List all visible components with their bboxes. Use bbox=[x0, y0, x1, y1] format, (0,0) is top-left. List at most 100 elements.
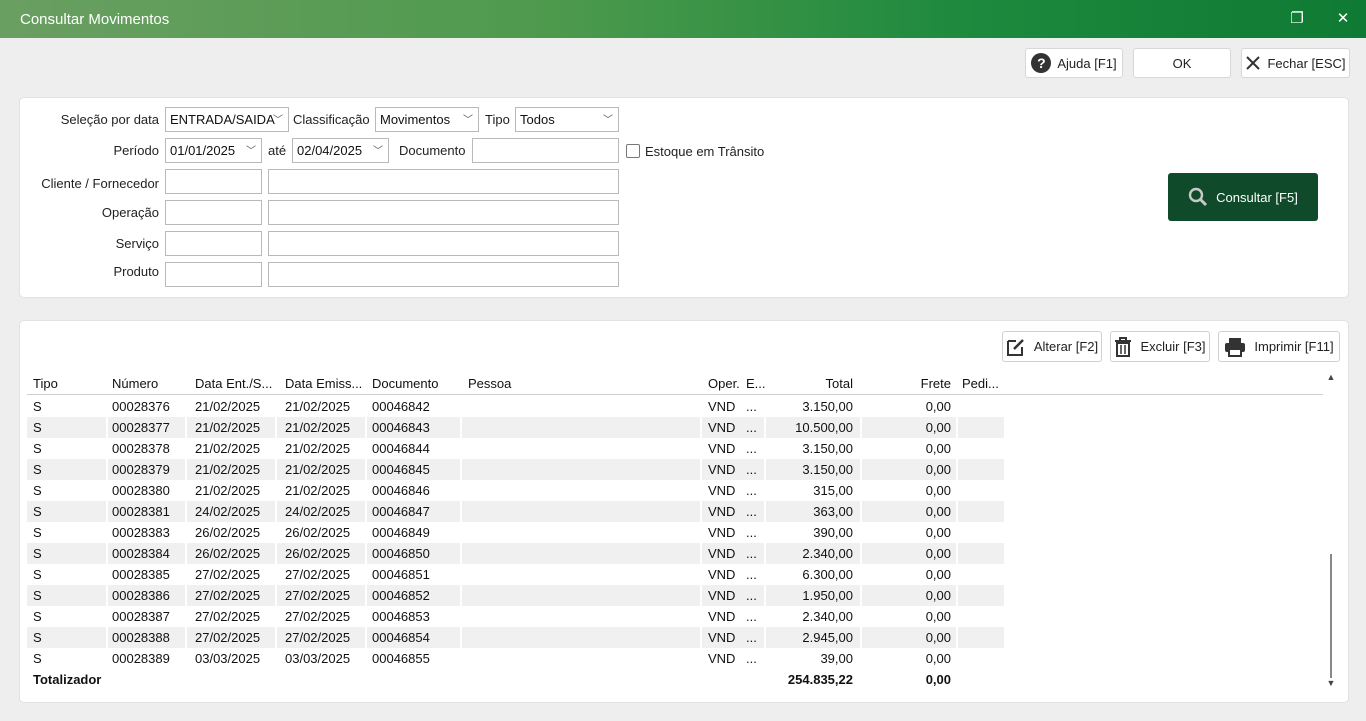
total-row[interactable]: Totalizador 254.835,22 0,00 bbox=[27, 669, 1004, 690]
produto-label: Produto bbox=[113, 264, 159, 279]
edit-icon bbox=[1006, 338, 1024, 356]
servico-code-input[interactable] bbox=[165, 231, 262, 256]
excluir-button[interactable]: Excluir [F3] bbox=[1110, 331, 1210, 362]
servico-label: Serviço bbox=[115, 236, 159, 251]
chevron-down-icon: ﹀ bbox=[603, 115, 613, 126]
servico-name-input[interactable] bbox=[268, 231, 619, 256]
cell-numero: 00028380 bbox=[112, 483, 170, 498]
cell-e: ... bbox=[746, 630, 757, 645]
selecao-select[interactable]: ENTRADA/SAIDA ﹀ bbox=[165, 107, 289, 132]
cell-divider bbox=[956, 543, 958, 564]
column-header-oper[interactable]: Oper. bbox=[708, 376, 740, 391]
column-header-data-emiss[interactable]: Data Emiss... bbox=[285, 376, 362, 391]
cell-frete: 0,00 bbox=[925, 483, 951, 498]
column-header-documento[interactable]: Documento bbox=[372, 376, 438, 391]
documento-input[interactable] bbox=[472, 138, 619, 163]
cell-frete: 0,00 bbox=[925, 399, 951, 414]
vertical-scrollbar[interactable]: ▲ ▼ bbox=[1325, 372, 1337, 694]
cell-frete: 0,00 bbox=[925, 609, 951, 624]
cell-numero bbox=[112, 669, 188, 690]
table-row[interactable]: S 00028376 21/02/2025 21/02/2025 00046842 VND… bbox=[27, 396, 1004, 417]
cell-oper: VND bbox=[708, 483, 736, 498]
cell-frete: 0,00 bbox=[925, 504, 951, 519]
cell-pedido bbox=[962, 543, 1004, 564]
table-row[interactable]: S 00028377 21/02/2025 21/02/2025 00046843 VND… bbox=[27, 417, 1004, 438]
scroll-up-icon[interactable]: ▲ bbox=[1325, 372, 1337, 382]
cell-documento: 00046845 bbox=[372, 462, 430, 477]
cell-numero: 00028385 bbox=[112, 567, 170, 582]
cell-divider bbox=[956, 606, 958, 627]
column-header-numero[interactable]: Número bbox=[112, 376, 158, 391]
close-window-icon[interactable]: ✕ bbox=[1332, 8, 1354, 30]
cell-total: 2.945,00 bbox=[802, 630, 853, 645]
tipo-select[interactable]: Todos ﹀ bbox=[515, 107, 619, 132]
movements-table: Tipo Número Data Ent./S... Data Emiss... Doc… bbox=[27, 372, 1323, 694]
cell-divider bbox=[106, 438, 108, 459]
table-row[interactable]: S 00028383 26/02/2025 26/02/2025 00046849 VND… bbox=[27, 522, 1004, 543]
cell-data-ent: 21/02/2025 bbox=[195, 399, 261, 414]
cliente-code-input[interactable] bbox=[165, 169, 262, 194]
cell-total: 2.340,00 bbox=[802, 546, 853, 561]
table-row[interactable]: S 00028385 27/02/2025 27/02/2025 00046851 VND… bbox=[27, 564, 1004, 585]
imprimir-button[interactable]: Imprimir [F11] bbox=[1218, 331, 1340, 362]
operacao-name-input[interactable] bbox=[268, 200, 619, 225]
cell-oper: VND bbox=[708, 609, 736, 624]
ok-button[interactable]: OK bbox=[1133, 48, 1231, 78]
table-row[interactable]: S 00028386 27/02/2025 27/02/2025 00046852 VND… bbox=[27, 585, 1004, 606]
chevron-down-icon: ﹀ bbox=[246, 146, 256, 157]
column-header-data-ent[interactable]: Data Ent./S... bbox=[195, 376, 272, 391]
imprimir-label: Imprimir [F11] bbox=[1254, 339, 1334, 354]
cell-divider bbox=[956, 585, 958, 606]
column-header-tipo[interactable]: Tipo bbox=[33, 376, 58, 391]
cliente-name-input[interactable] bbox=[268, 169, 619, 194]
consultar-button[interactable]: Consultar [F5] bbox=[1168, 173, 1318, 221]
table-row[interactable]: S 00028384 26/02/2025 26/02/2025 00046850 VND… bbox=[27, 543, 1004, 564]
periodo-from-value: 01/01/2025 bbox=[170, 143, 236, 158]
table-row[interactable]: S 00028387 27/02/2025 27/02/2025 00046853 VND… bbox=[27, 606, 1004, 627]
cell-documento: 00046854 bbox=[372, 630, 430, 645]
cell-divider bbox=[956, 438, 958, 459]
restore-icon[interactable]: ❐ bbox=[1286, 8, 1308, 30]
cell-total: 3.150,00 bbox=[802, 462, 853, 477]
cell-divider bbox=[956, 564, 958, 585]
close-button[interactable]: Fechar [ESC] bbox=[1241, 48, 1350, 78]
produto-name-input[interactable] bbox=[268, 262, 619, 287]
produto-code-input[interactable] bbox=[165, 262, 262, 287]
column-header-pedido[interactable]: Pedi... bbox=[962, 376, 999, 391]
column-header-e[interactable]: E... bbox=[746, 376, 766, 391]
column-header-total[interactable]: Total bbox=[765, 376, 853, 391]
cell-documento: 00046849 bbox=[372, 525, 430, 540]
cell-data-ent: 21/02/2025 bbox=[195, 441, 261, 456]
estoque-transito-label: Estoque em Trânsito bbox=[645, 144, 765, 159]
estoque-transito-checkbox[interactable] bbox=[626, 144, 640, 158]
table-row[interactable]: S 00028388 27/02/2025 27/02/2025 00046854 VND… bbox=[27, 627, 1004, 648]
cell-tipo: S bbox=[33, 630, 42, 645]
table-row[interactable]: S 00028381 24/02/2025 24/02/2025 00046847 VND… bbox=[27, 501, 1004, 522]
table-row[interactable]: S 00028379 21/02/2025 21/02/2025 00046845 VND… bbox=[27, 459, 1004, 480]
search-icon bbox=[1188, 187, 1208, 207]
table-row[interactable]: S 00028378 21/02/2025 21/02/2025 00046844 VND… bbox=[27, 438, 1004, 459]
periodo-from-date[interactable]: 01/01/2025 ﹀ bbox=[165, 138, 262, 163]
classificacao-select[interactable]: Movimentos ﹀ bbox=[375, 107, 479, 132]
cell-pessoa bbox=[468, 480, 703, 501]
selecao-label: Seleção por data bbox=[60, 112, 159, 127]
table-row[interactable]: S 00028380 21/02/2025 21/02/2025 00046846 VND… bbox=[27, 480, 1004, 501]
column-header-frete[interactable]: Frete bbox=[860, 376, 951, 391]
operacao-code-input[interactable] bbox=[165, 200, 262, 225]
cell-e: ... bbox=[746, 651, 757, 666]
help-button[interactable]: ? Ajuda [F1] bbox=[1025, 48, 1123, 78]
periodo-to-date[interactable]: 02/04/2025 ﹀ bbox=[292, 138, 389, 163]
scroll-thumb[interactable] bbox=[1330, 554, 1332, 678]
cell-pedido bbox=[962, 648, 1004, 669]
alterar-button[interactable]: Alterar [F2] bbox=[1002, 331, 1102, 362]
column-header-pessoa[interactable]: Pessoa bbox=[468, 376, 511, 391]
table-row[interactable]: S 00028389 03/03/2025 03/03/2025 00046855 VND… bbox=[27, 648, 1004, 669]
cell-numero: 00028378 bbox=[112, 441, 170, 456]
cell-numero: 00028376 bbox=[112, 399, 170, 414]
chevron-down-icon: ﹀ bbox=[273, 115, 283, 126]
cell-pedido bbox=[962, 606, 1004, 627]
consultar-label: Consultar [F5] bbox=[1216, 189, 1298, 205]
scroll-down-icon[interactable]: ▼ bbox=[1325, 678, 1337, 688]
cell-pedido bbox=[962, 585, 1004, 606]
chevron-down-icon: ﹀ bbox=[463, 115, 473, 126]
